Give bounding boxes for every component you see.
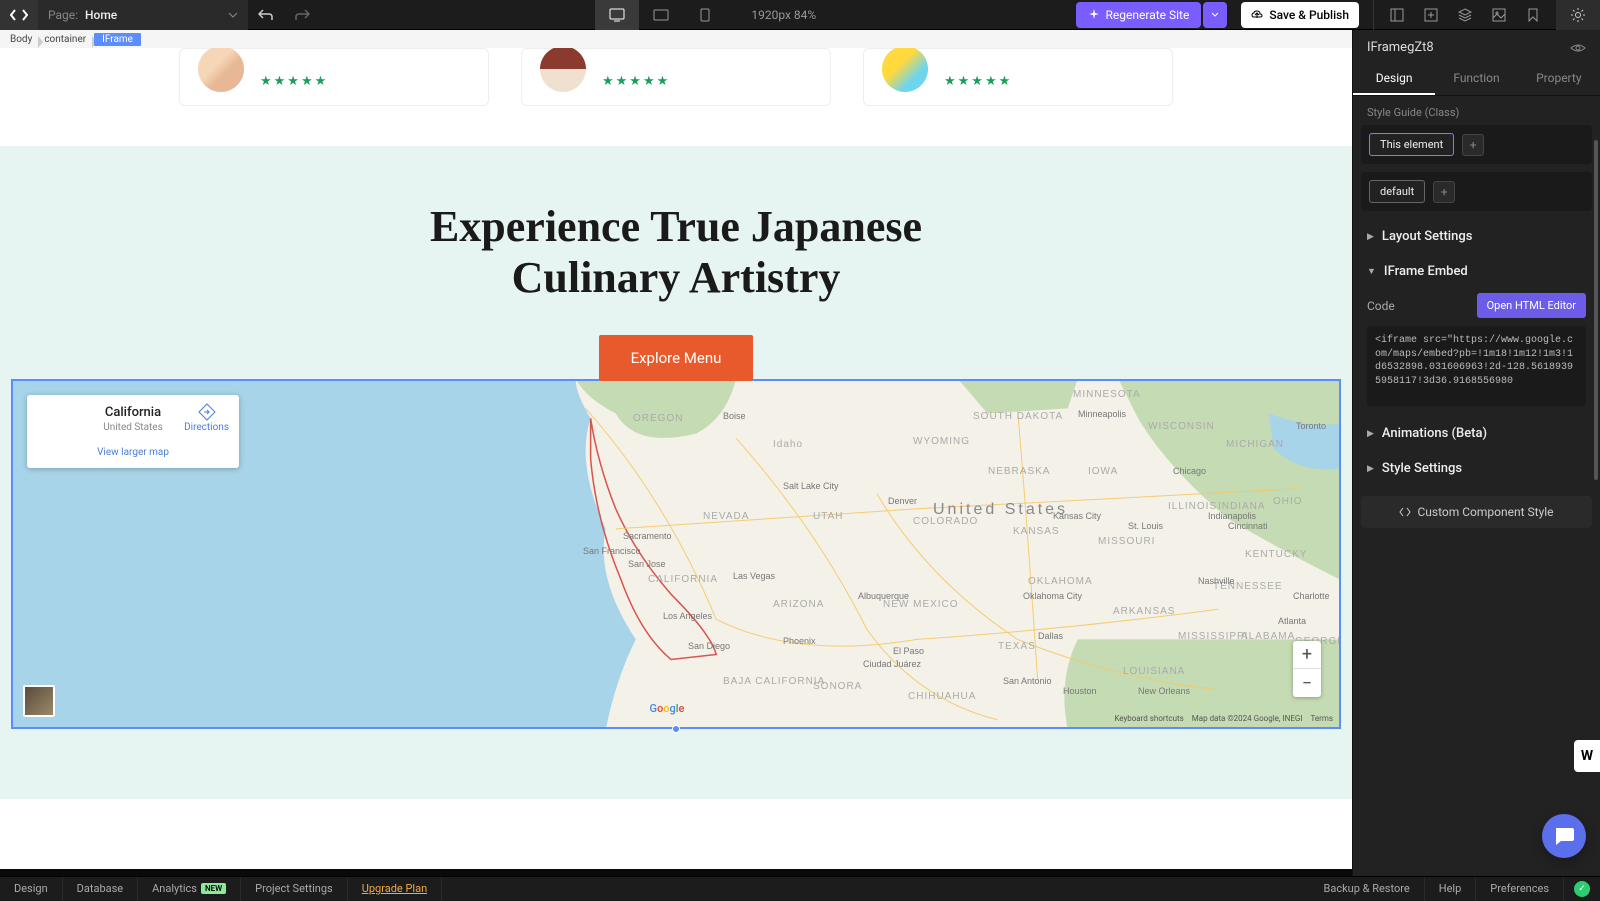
iframe-map[interactable]: United States OREGON Boise Idaho NEVADA …: [11, 379, 1341, 729]
map-zoom-control: + −: [1293, 641, 1321, 697]
device-desktop[interactable]: [595, 0, 639, 30]
bookmark-icon[interactable]: [1516, 0, 1550, 30]
device-tablet[interactable]: [639, 0, 683, 30]
preferences-link[interactable]: Preferences: [1476, 877, 1564, 901]
selected-element-name: IFramegZt8: [1367, 40, 1434, 55]
open-html-editor-button[interactable]: Open HTML Editor: [1477, 293, 1586, 318]
style-guide-label: Style Guide (Class): [1353, 96, 1600, 125]
device-switcher: [595, 0, 727, 30]
class-chip-this[interactable]: This element: [1369, 133, 1454, 156]
class-row: default +: [1361, 172, 1592, 211]
page-value: Home: [85, 8, 117, 22]
zoom-info: 1920px 84%: [751, 8, 816, 22]
inspector-panel: IFramegZt8 Design Function Property Styl…: [1352, 30, 1600, 876]
star-rating: ★★★★★: [944, 74, 1012, 89]
testimonial-card: ★★★★★: [521, 48, 831, 106]
add-class-button[interactable]: +: [1462, 134, 1484, 156]
help-link[interactable]: Help: [1425, 877, 1477, 901]
directions-icon: [198, 403, 216, 421]
top-bar: Page: Home 1920px 84% Regenerate Site Sa…: [0, 0, 1600, 30]
status-indicator: [1574, 881, 1590, 897]
explore-menu-button[interactable]: Explore Menu: [599, 335, 754, 381]
star-rating: ★★★★★: [602, 74, 670, 89]
hero-section: Experience True Japanese Culinary Artist…: [0, 146, 1352, 799]
chat-icon: [1553, 826, 1575, 846]
tab-project-settings[interactable]: Project Settings: [241, 877, 348, 901]
chat-fab[interactable]: [1542, 814, 1586, 858]
satellite-toggle[interactable]: [23, 685, 55, 717]
tab-database[interactable]: Database: [63, 877, 138, 901]
tab-design-bottom[interactable]: Design: [0, 877, 63, 901]
class-row: This element +: [1361, 125, 1592, 164]
code-icon: [1399, 506, 1411, 518]
class-chip-default[interactable]: default: [1369, 180, 1425, 203]
save-publish-button[interactable]: Save & Publish: [1241, 2, 1359, 28]
inspector-tabs: Design Function Property: [1353, 63, 1600, 96]
canvas[interactable]: ★★★★★ ★★★★★ ★★★★★ Experience True Japane…: [0, 48, 1352, 876]
iframe-embed-accordion[interactable]: ▼IFrame Embed: [1353, 254, 1600, 289]
cloud-icon: [1251, 9, 1263, 21]
chevron-down-icon: [228, 12, 238, 18]
add-class-button[interactable]: +: [1433, 181, 1455, 203]
animations-accordion[interactable]: ▶Animations (Beta): [1353, 416, 1600, 451]
map-attribution: Keyboard shortcutsMap data ©2024 Google,…: [1114, 714, 1333, 723]
custom-component-button[interactable]: Custom Component Style: [1361, 496, 1592, 528]
breadcrumb-item-selected[interactable]: IFrame: [94, 33, 141, 46]
layout-settings-accordion[interactable]: ▶Layout Settings: [1353, 219, 1600, 254]
settings-button[interactable]: [1556, 0, 1600, 30]
testimonial-card: ★★★★★: [179, 48, 489, 106]
app-logo[interactable]: [0, 0, 38, 30]
panel-scrollbar[interactable]: [1594, 140, 1598, 480]
testimonial-row: ★★★★★ ★★★★★ ★★★★★: [0, 48, 1352, 146]
style-settings-accordion[interactable]: ▶Style Settings: [1353, 451, 1600, 486]
regenerate-button[interactable]: Regenerate Site: [1076, 2, 1202, 28]
image-icon[interactable]: [1482, 0, 1516, 30]
view-larger-map-link[interactable]: View larger map: [39, 447, 227, 458]
upgrade-plan-link[interactable]: Upgrade Plan: [348, 877, 442, 901]
regenerate-caret[interactable]: [1203, 2, 1227, 28]
undo-button[interactable]: [248, 0, 284, 30]
avatar: [198, 48, 244, 92]
tab-property[interactable]: Property: [1518, 63, 1600, 95]
panel-icon-1[interactable]: [1380, 0, 1414, 30]
tab-analytics[interactable]: AnalyticsNEW: [138, 877, 241, 901]
visibility-icon[interactable]: [1570, 42, 1586, 54]
zoom-out-button[interactable]: −: [1293, 669, 1321, 697]
gear-icon: [1570, 7, 1586, 23]
code-snippet-box[interactable]: <iframe src="https://www.google.com/maps…: [1367, 326, 1586, 406]
resize-handle[interactable]: [672, 725, 680, 733]
page-label: Page:: [48, 8, 78, 22]
backup-restore[interactable]: Backup & Restore: [1309, 877, 1424, 901]
directions-button[interactable]: Directions: [184, 403, 229, 433]
add-icon[interactable]: [1414, 0, 1448, 30]
layers-icon[interactable]: [1448, 0, 1482, 30]
tab-design[interactable]: Design: [1353, 63, 1435, 95]
avatar: [540, 48, 586, 92]
hero-title: Experience True Japanese Culinary Artist…: [376, 202, 976, 303]
code-label: Code: [1367, 299, 1395, 313]
bottom-bar: Design Database AnalyticsNEW Project Set…: [0, 876, 1600, 900]
map-info-card: California United States Directions View…: [27, 395, 239, 468]
device-mobile[interactable]: [683, 0, 727, 30]
testimonial-card: ★★★★★: [863, 48, 1173, 106]
avatar: [882, 48, 928, 92]
tab-function[interactable]: Function: [1435, 63, 1517, 95]
star-rating: ★★★★★: [260, 74, 328, 89]
zoom-in-button[interactable]: +: [1293, 641, 1321, 669]
breadcrumb-item[interactable]: container: [40, 34, 94, 45]
side-flyout-tab[interactable]: W: [1574, 740, 1600, 772]
page-footer: [0, 869, 1352, 876]
sparkle-icon: [1088, 9, 1100, 21]
page-selector[interactable]: Page: Home: [38, 0, 248, 30]
breadcrumb-item[interactable]: Body: [6, 34, 40, 45]
google-logo: Google: [649, 702, 684, 715]
redo-button[interactable]: [284, 0, 320, 30]
